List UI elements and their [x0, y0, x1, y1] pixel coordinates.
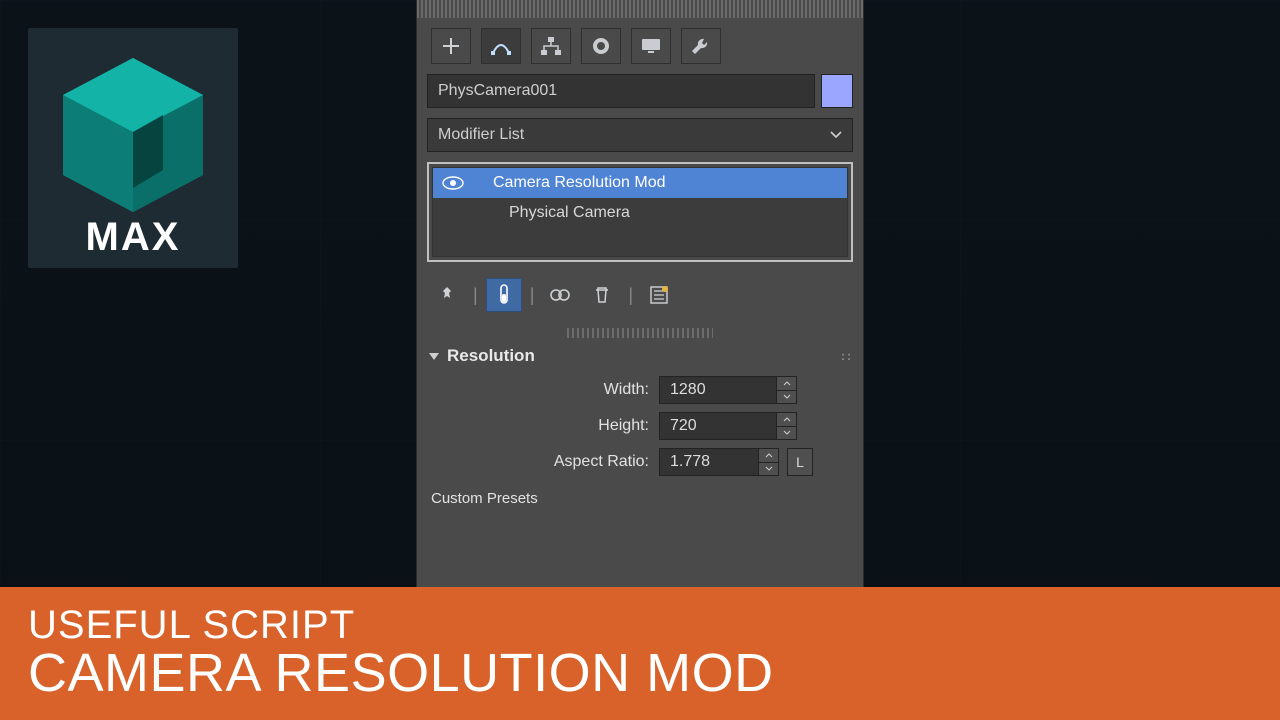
height-spinner[interactable] — [777, 412, 797, 440]
display-icon — [640, 37, 662, 55]
tab-utilities[interactable] — [681, 28, 721, 64]
plus-icon — [441, 36, 461, 56]
tab-create[interactable] — [431, 28, 471, 64]
make-unique-icon — [549, 286, 571, 304]
pin-icon — [438, 286, 456, 304]
stack-toolbar: | | | — [427, 274, 853, 326]
logo-3dsmax: MAX — [28, 28, 238, 268]
wrench-icon — [690, 36, 712, 56]
chevron-up-icon — [777, 413, 796, 427]
tab-display[interactable] — [631, 28, 671, 64]
rollout-drag-handle[interactable] — [567, 328, 713, 338]
make-unique-button[interactable] — [542, 278, 578, 312]
panel-grip[interactable] — [417, 0, 863, 18]
show-end-result-button[interactable] — [486, 278, 522, 312]
aspect-label: Aspect Ratio: — [427, 453, 659, 471]
rollout-grip-icon: :: — [841, 349, 853, 363]
aspect-input[interactable] — [659, 448, 759, 476]
tab-hierarchy[interactable] — [531, 28, 571, 64]
rollout-title: Resolution — [447, 346, 535, 366]
logo-text: MAX — [86, 215, 181, 260]
modifier-list-dropdown[interactable]: Modifier List — [427, 118, 853, 152]
command-panel-tabs — [427, 24, 853, 74]
object-name-input[interactable] — [427, 74, 815, 108]
title-banner: USEFUL SCRIPT CAMERA RESOLUTION MOD — [0, 587, 1280, 720]
chevron-down-icon — [830, 131, 842, 139]
chevron-up-icon — [759, 449, 778, 463]
stack-item-label: Camera Resolution Mod — [473, 174, 666, 192]
custom-presets-label: Custom Presets — [427, 484, 853, 521]
stack-item-physical-camera[interactable]: Physical Camera — [433, 198, 847, 228]
test-tube-icon — [497, 284, 511, 306]
aspect-spinner[interactable] — [759, 448, 779, 476]
modifier-stack: Camera Resolution Mod Physical Camera — [427, 162, 853, 262]
visibility-toggle[interactable] — [433, 176, 473, 190]
collapse-triangle-icon — [429, 353, 439, 360]
configure-modifier-sets-button[interactable] — [641, 278, 677, 312]
rollout-header-resolution[interactable]: Resolution :: — [427, 344, 853, 376]
tab-modify[interactable] — [481, 28, 521, 64]
banner-line1: USEFUL SCRIPT — [28, 605, 1252, 645]
object-color-swatch[interactable] — [821, 74, 853, 108]
aspect-lock-button[interactable]: L — [787, 448, 813, 476]
separator: | — [471, 285, 480, 306]
height-input[interactable] — [659, 412, 777, 440]
width-spinner[interactable] — [777, 376, 797, 404]
chevron-down-icon — [777, 427, 796, 440]
modifier-list-label: Modifier List — [438, 126, 524, 144]
logo-shape-icon — [48, 50, 218, 220]
separator: | — [528, 285, 537, 306]
chevron-down-icon — [759, 463, 778, 476]
chevron-up-icon — [777, 377, 796, 391]
trash-icon — [593, 285, 611, 305]
eye-icon — [442, 176, 464, 190]
configure-icon — [649, 285, 669, 305]
width-label: Width: — [427, 381, 659, 399]
modify-arc-icon — [490, 36, 512, 56]
chevron-down-icon — [777, 391, 796, 404]
motion-icon — [591, 36, 611, 56]
tab-motion[interactable] — [581, 28, 621, 64]
separator: | — [626, 285, 635, 306]
banner-line2: CAMERA RESOLUTION MOD — [28, 645, 1252, 702]
width-input[interactable] — [659, 376, 777, 404]
remove-modifier-button[interactable] — [584, 278, 620, 312]
pin-stack-button[interactable] — [429, 278, 465, 312]
hierarchy-icon — [540, 36, 562, 56]
height-label: Height: — [427, 417, 659, 435]
stack-item-label: Physical Camera — [473, 204, 630, 222]
stack-item-camera-resolution-mod[interactable]: Camera Resolution Mod — [433, 168, 847, 198]
